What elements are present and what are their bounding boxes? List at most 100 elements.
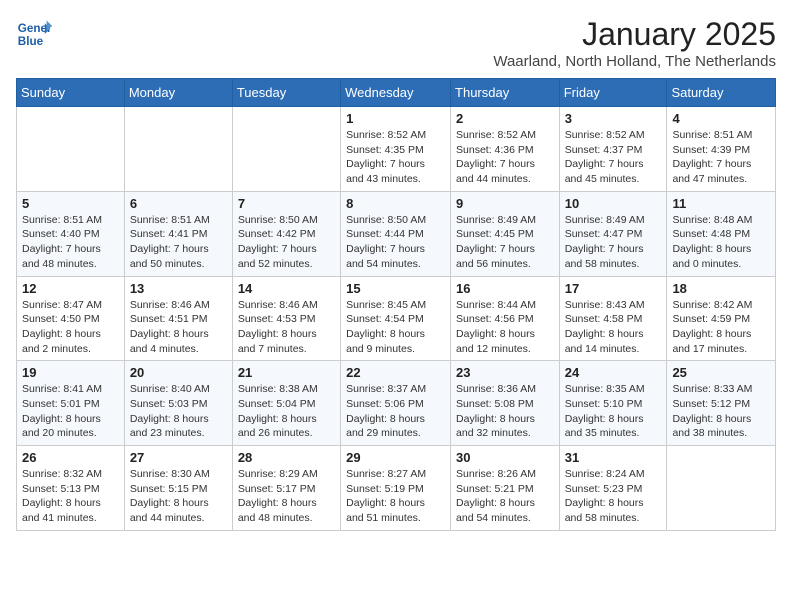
- day-info: Sunrise: 8:49 AM Sunset: 4:45 PM Dayligh…: [456, 213, 554, 272]
- day-info: Sunrise: 8:52 AM Sunset: 4:37 PM Dayligh…: [565, 128, 662, 187]
- calendar-cell: 12Sunrise: 8:47 AM Sunset: 4:50 PM Dayli…: [17, 276, 125, 361]
- calendar-week-row: 1 Sunrise: 8:52 AM Sunset: 4:35 PM Daylig…: [17, 107, 776, 192]
- day-number: 25: [672, 365, 770, 380]
- day-number: 24: [565, 365, 662, 380]
- day-info: Sunrise: 8:52 AM Sunset: 4:36 PM Dayligh…: [456, 128, 554, 187]
- day-number: 27: [130, 450, 227, 465]
- calendar-cell: 14 Sunrise: 8:46 AM Sunset: 4:53 PM Dayli…: [232, 276, 340, 361]
- calendar-cell: 20 Sunrise: 8:40 AM Sunset: 5:03 PM Dayli…: [124, 361, 232, 446]
- weekday-header-wednesday: Wednesday: [341, 79, 451, 107]
- weekday-header-friday: Friday: [559, 79, 667, 107]
- calendar-table: SundayMondayTuesdayWednesdayThursdayFrid…: [16, 78, 776, 531]
- day-number: 6: [130, 196, 227, 211]
- weekday-header-monday: Monday: [124, 79, 232, 107]
- day-info: Sunrise: 8:48 AM Sunset: 4:48 PM Dayligh…: [672, 213, 770, 272]
- day-number: 20: [130, 365, 227, 380]
- day-info: Sunrise: 8:29 AM Sunset: 5:17 PM Dayligh…: [238, 467, 335, 526]
- weekday-header-row: SundayMondayTuesdayWednesdayThursdayFrid…: [17, 79, 776, 107]
- day-info: Sunrise: 8:50 AM Sunset: 4:44 PM Dayligh…: [346, 213, 445, 272]
- day-info: Sunrise: 8:44 AM Sunset: 4:56 PM Dayligh…: [456, 298, 554, 357]
- day-number: 31: [565, 450, 662, 465]
- day-info: Sunrise: 8:24 AM Sunset: 5:23 PM Dayligh…: [565, 467, 662, 526]
- day-info: Sunrise: 8:45 AM Sunset: 4:54 PM Dayligh…: [346, 298, 445, 357]
- day-number: 11: [672, 196, 770, 211]
- day-number: 13: [130, 281, 227, 296]
- day-info: Sunrise: 8:46 AM Sunset: 4:53 PM Dayligh…: [238, 298, 335, 357]
- day-info: Sunrise: 8:32 AM Sunset: 5:13 PM Dayligh…: [22, 467, 119, 526]
- calendar-cell: 23Sunrise: 8:36 AM Sunset: 5:08 PM Dayli…: [451, 361, 560, 446]
- calendar-cell: 24 Sunrise: 8:35 AM Sunset: 5:10 PM Dayli…: [559, 361, 667, 446]
- day-number: 2: [456, 111, 554, 126]
- day-info: Sunrise: 8:38 AM Sunset: 5:04 PM Dayligh…: [238, 382, 335, 441]
- day-number: 7: [238, 196, 335, 211]
- day-number: 16: [456, 281, 554, 296]
- calendar-cell: 2 Sunrise: 8:52 AM Sunset: 4:36 PM Daylig…: [451, 107, 560, 192]
- calendar-header: General Blue January 2025 Waarland, Nort…: [16, 16, 776, 70]
- day-number: 30: [456, 450, 554, 465]
- weekday-header-tuesday: Tuesday: [232, 79, 340, 107]
- calendar-week-row: 19 Sunrise: 8:41 AM Sunset: 5:01 PM Dayli…: [17, 361, 776, 446]
- day-info: Sunrise: 8:49 AM Sunset: 4:47 PM Dayligh…: [565, 213, 662, 272]
- calendar-cell: 9 Sunrise: 8:49 AM Sunset: 4:45 PM Daylig…: [451, 191, 560, 276]
- calendar-cell: 17 Sunrise: 8:43 AM Sunset: 4:58 PM Dayli…: [559, 276, 667, 361]
- day-number: 28: [238, 450, 335, 465]
- calendar-cell: 29 Sunrise: 8:27 AM Sunset: 5:19 PM Dayli…: [341, 446, 451, 531]
- day-info: Sunrise: 8:52 AM Sunset: 4:35 PM Dayligh…: [346, 128, 445, 187]
- calendar-cell: 25Sunrise: 8:33 AM Sunset: 5:12 PM Dayli…: [667, 361, 776, 446]
- calendar-cell: 6 Sunrise: 8:51 AM Sunset: 4:41 PM Daylig…: [124, 191, 232, 276]
- calendar-cell: 4 Sunrise: 8:51 AM Sunset: 4:39 PM Daylig…: [667, 107, 776, 192]
- weekday-header-saturday: Saturday: [667, 79, 776, 107]
- calendar-cell: 22Sunrise: 8:37 AM Sunset: 5:06 PM Dayli…: [341, 361, 451, 446]
- day-info: Sunrise: 8:27 AM Sunset: 5:19 PM Dayligh…: [346, 467, 445, 526]
- calendar-cell: 19 Sunrise: 8:41 AM Sunset: 5:01 PM Dayli…: [17, 361, 125, 446]
- day-number: 14: [238, 281, 335, 296]
- calendar-cell: [667, 446, 776, 531]
- calendar-week-row: 12Sunrise: 8:47 AM Sunset: 4:50 PM Dayli…: [17, 276, 776, 361]
- calendar-cell: [232, 107, 340, 192]
- day-info: Sunrise: 8:30 AM Sunset: 5:15 PM Dayligh…: [130, 467, 227, 526]
- day-number: 23: [456, 365, 554, 380]
- calendar-cell: [17, 107, 125, 192]
- day-info: Sunrise: 8:51 AM Sunset: 4:39 PM Dayligh…: [672, 128, 770, 187]
- calendar-cell: 28 Sunrise: 8:29 AM Sunset: 5:17 PM Dayli…: [232, 446, 340, 531]
- day-info: Sunrise: 8:41 AM Sunset: 5:01 PM Dayligh…: [22, 382, 119, 441]
- calendar-cell: 18 Sunrise: 8:42 AM Sunset: 4:59 PM Dayli…: [667, 276, 776, 361]
- calendar-cell: 1 Sunrise: 8:52 AM Sunset: 4:35 PM Daylig…: [341, 107, 451, 192]
- calendar-cell: 8 Sunrise: 8:50 AM Sunset: 4:44 PM Daylig…: [341, 191, 451, 276]
- day-number: 9: [456, 196, 554, 211]
- day-info: Sunrise: 8:43 AM Sunset: 4:58 PM Dayligh…: [565, 298, 662, 357]
- day-number: 18: [672, 281, 770, 296]
- calendar-title: January 2025: [493, 16, 776, 53]
- day-number: 8: [346, 196, 445, 211]
- calendar-cell: 21 Sunrise: 8:38 AM Sunset: 5:04 PM Dayli…: [232, 361, 340, 446]
- day-number: 29: [346, 450, 445, 465]
- day-number: 21: [238, 365, 335, 380]
- calendar-cell: 27 Sunrise: 8:30 AM Sunset: 5:15 PM Dayli…: [124, 446, 232, 531]
- day-info: Sunrise: 8:42 AM Sunset: 4:59 PM Dayligh…: [672, 298, 770, 357]
- day-number: 15: [346, 281, 445, 296]
- weekday-header-sunday: Sunday: [17, 79, 125, 107]
- day-info: Sunrise: 8:26 AM Sunset: 5:21 PM Dayligh…: [456, 467, 554, 526]
- day-info: Sunrise: 8:35 AM Sunset: 5:10 PM Dayligh…: [565, 382, 662, 441]
- calendar-subtitle: Waarland, North Holland, The Netherlands: [493, 53, 776, 70]
- day-number: 12: [22, 281, 119, 296]
- day-info: Sunrise: 8:40 AM Sunset: 5:03 PM Dayligh…: [130, 382, 227, 441]
- calendar-cell: 13 Sunrise: 8:46 AM Sunset: 4:51 PM Dayli…: [124, 276, 232, 361]
- calendar-cell: 16 Sunrise: 8:44 AM Sunset: 4:56 PM Dayli…: [451, 276, 560, 361]
- day-info: Sunrise: 8:46 AM Sunset: 4:51 PM Dayligh…: [130, 298, 227, 357]
- day-number: 3: [565, 111, 662, 126]
- svg-text:Blue: Blue: [18, 35, 44, 48]
- day-info: Sunrise: 8:51 AM Sunset: 4:41 PM Dayligh…: [130, 213, 227, 272]
- day-number: 5: [22, 196, 119, 211]
- calendar-cell: 31 Sunrise: 8:24 AM Sunset: 5:23 PM Dayli…: [559, 446, 667, 531]
- day-number: 17: [565, 281, 662, 296]
- day-number: 26: [22, 450, 119, 465]
- calendar-cell: 11 Sunrise: 8:48 AM Sunset: 4:48 PM Dayli…: [667, 191, 776, 276]
- calendar-cell: 30 Sunrise: 8:26 AM Sunset: 5:21 PM Dayli…: [451, 446, 560, 531]
- logo-icon: General Blue: [16, 16, 52, 52]
- day-number: 19: [22, 365, 119, 380]
- calendar-week-row: 26 Sunrise: 8:32 AM Sunset: 5:13 PM Dayli…: [17, 446, 776, 531]
- day-number: 1: [346, 111, 445, 126]
- calendar-week-row: 5Sunrise: 8:51 AM Sunset: 4:40 PM Daylig…: [17, 191, 776, 276]
- day-number: 4: [672, 111, 770, 126]
